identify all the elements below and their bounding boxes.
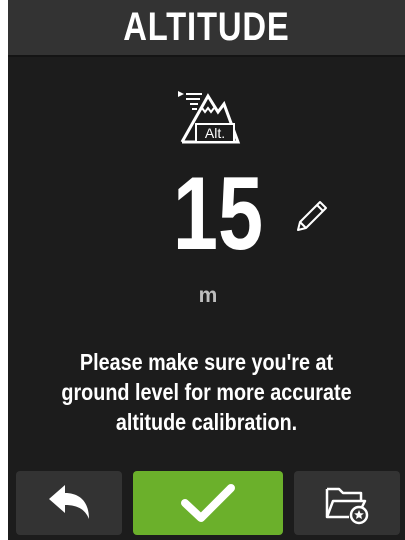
folder-star-icon (325, 487, 369, 525)
altitude-unit: m (198, 284, 218, 307)
altitude-icon-label: Alt. (205, 125, 225, 141)
confirm-button[interactable] (133, 471, 283, 535)
altitude-value: 15 (172, 156, 264, 272)
page-title: ALTITUDE (123, 5, 290, 49)
calibration-message: Please make sure you're at ground level … (61, 349, 352, 435)
altitude-mountain-icon: Alt. (178, 91, 241, 144)
back-arrow-icon (49, 485, 89, 519)
saved-folder-button[interactable] (294, 471, 400, 535)
back-button[interactable] (16, 471, 122, 535)
pencil-edit-icon[interactable] (290, 196, 332, 238)
altitude-screen: ALTITUDE Alt. 15 m Please make sure you'… (8, 0, 405, 540)
title-bar: ALTITUDE (8, 0, 405, 57)
bottom-toolbar (8, 464, 405, 540)
checkmark-icon (181, 484, 235, 522)
